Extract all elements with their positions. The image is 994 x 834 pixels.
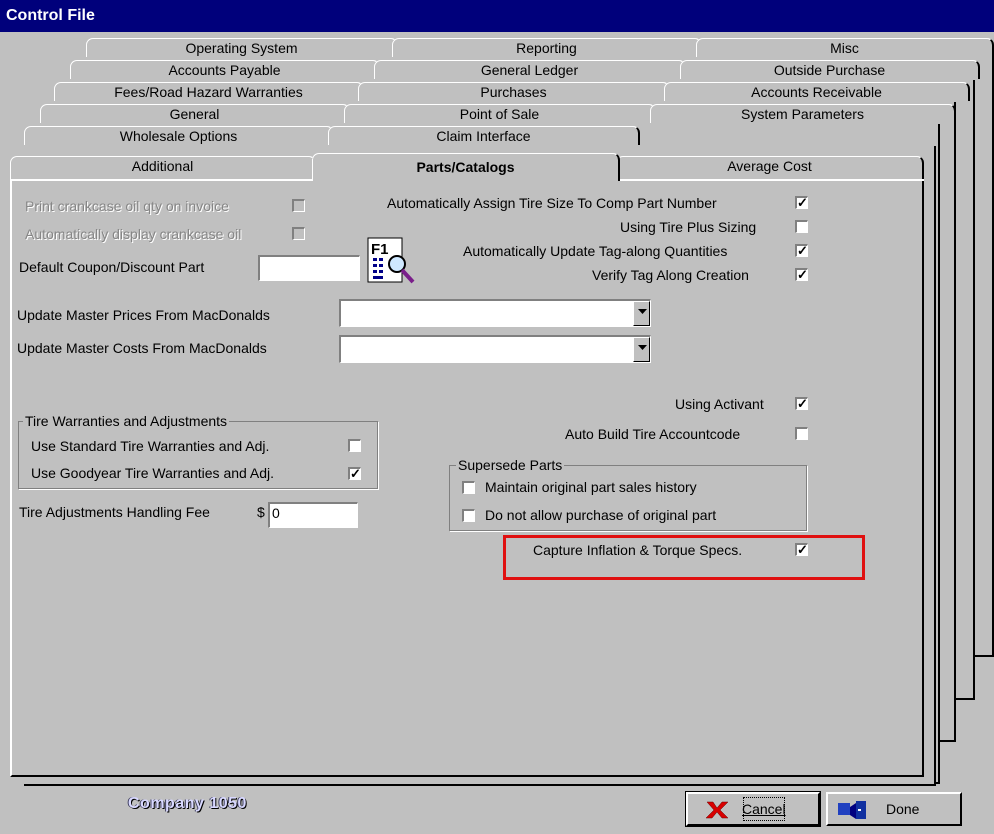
handling-fee-currency: $ [257, 504, 265, 520]
company-label: Company 1050 [128, 795, 247, 812]
capture-inflation-checkbox[interactable]: ✓ [795, 543, 808, 556]
tab-parts-catalogs[interactable]: Parts/Catalogs [312, 153, 620, 181]
goodyear-warranties-label: Use Goodyear Tire Warranties and Adj. [31, 465, 275, 481]
default-coupon-label: Default Coupon/Discount Part [19, 259, 205, 275]
print-crankcase-checkbox [292, 199, 305, 212]
tab-additional[interactable]: Additional [10, 156, 316, 179]
update-costs-select[interactable] [339, 335, 651, 363]
window-title: Control File [0, 0, 994, 32]
tab-accounts-receivable[interactable]: Accounts Receivable [664, 82, 970, 101]
maintain-history-checkbox[interactable] [462, 481, 475, 494]
auto-display-crankcase-checkbox [292, 227, 305, 240]
goodyear-warranties-checkbox[interactable]: ✓ [348, 467, 361, 480]
f1-search-icon[interactable]: F1 [367, 236, 417, 286]
verify-tagalong-label: Verify Tag Along Creation [592, 267, 749, 283]
auto-build-tire-label: Auto Build Tire Accountcode [565, 426, 741, 442]
cancel-label: Cancel [740, 794, 788, 824]
tab-reporting[interactable]: Reporting [392, 38, 702, 57]
cancel-button[interactable]: Cancel [685, 791, 821, 827]
capture-inflation-label: Capture Inflation & Torque Specs. [533, 542, 743, 558]
tab-accounts-payable[interactable]: Accounts Payable [70, 60, 380, 79]
using-tire-plus-checkbox[interactable] [795, 220, 808, 233]
door-icon [836, 799, 870, 831]
no-purchase-checkbox[interactable] [462, 509, 475, 522]
dropdown-arrow-icon[interactable] [633, 337, 650, 362]
tab-misc[interactable]: Misc [696, 38, 994, 57]
done-button[interactable]: Done [826, 792, 962, 826]
tab-system-parameters[interactable]: System Parameters [650, 104, 956, 123]
dropdown-arrow-icon[interactable] [633, 301, 650, 326]
panel-top-edge-right [620, 179, 924, 181]
auto-update-tagalong-checkbox[interactable]: ✓ [795, 244, 808, 257]
tire-warranties-title: Tire Warranties and Adjustments [23, 412, 230, 430]
tab-general[interactable]: General [40, 104, 350, 123]
auto-build-tire-checkbox[interactable] [795, 427, 808, 440]
tab-average-cost[interactable]: Average Cost [616, 156, 924, 179]
tab-point-of-sale[interactable]: Point of Sale [344, 104, 656, 123]
tab-operating-system[interactable]: Operating System [86, 38, 398, 57]
tab-wholesale-options[interactable]: Wholesale Options [24, 126, 334, 145]
default-coupon-input[interactable] [258, 255, 360, 281]
supersede-parts-title: Supersede Parts [456, 456, 565, 474]
tab-purchases[interactable]: Purchases [358, 82, 670, 101]
update-prices-select[interactable] [339, 299, 651, 327]
auto-assign-tire-size-checkbox[interactable]: ✓ [795, 196, 808, 209]
cancel-x-icon [704, 800, 730, 830]
update-costs-label: Update Master Costs From MacDonalds [17, 340, 267, 356]
done-label: Done [886, 801, 920, 817]
update-prices-label: Update Master Prices From MacDonalds [17, 307, 270, 323]
no-purchase-label: Do not allow purchase of original part [485, 507, 717, 523]
standard-warranties-label: Use Standard Tire Warranties and Adj. [31, 438, 270, 454]
tab-fees-road-hazard[interactable]: Fees/Road Hazard Warranties [54, 82, 364, 101]
tab-general-ledger[interactable]: General Ledger [374, 60, 686, 79]
using-activant-label: Using Activant [675, 396, 764, 412]
panel-top-edge-left [10, 179, 312, 181]
using-activant-checkbox[interactable]: ✓ [795, 397, 808, 410]
tab-outside-purchase[interactable]: Outside Purchase [680, 60, 980, 79]
standard-warranties-checkbox[interactable] [348, 439, 361, 452]
print-crankcase-label: Print crankcase oil qty on invoice [25, 198, 229, 214]
verify-tagalong-checkbox[interactable]: ✓ [795, 268, 808, 281]
svg-text:F1: F1 [371, 241, 389, 258]
using-tire-plus-label: Using Tire Plus Sizing [620, 219, 757, 235]
handling-fee-label: Tire Adjustments Handling Fee [19, 504, 210, 520]
tab-claim-interface[interactable]: Claim Interface [328, 126, 640, 145]
maintain-history-label: Maintain original part sales history [485, 479, 697, 495]
auto-display-crankcase-label: Automatically display crankcase oil [25, 226, 242, 242]
auto-assign-tire-size-label: Automatically Assign Tire Size To Comp P… [387, 195, 717, 211]
handling-fee-input[interactable]: 0 [268, 502, 358, 528]
auto-update-tagalong-label: Automatically Update Tag-along Quantitie… [463, 243, 728, 259]
